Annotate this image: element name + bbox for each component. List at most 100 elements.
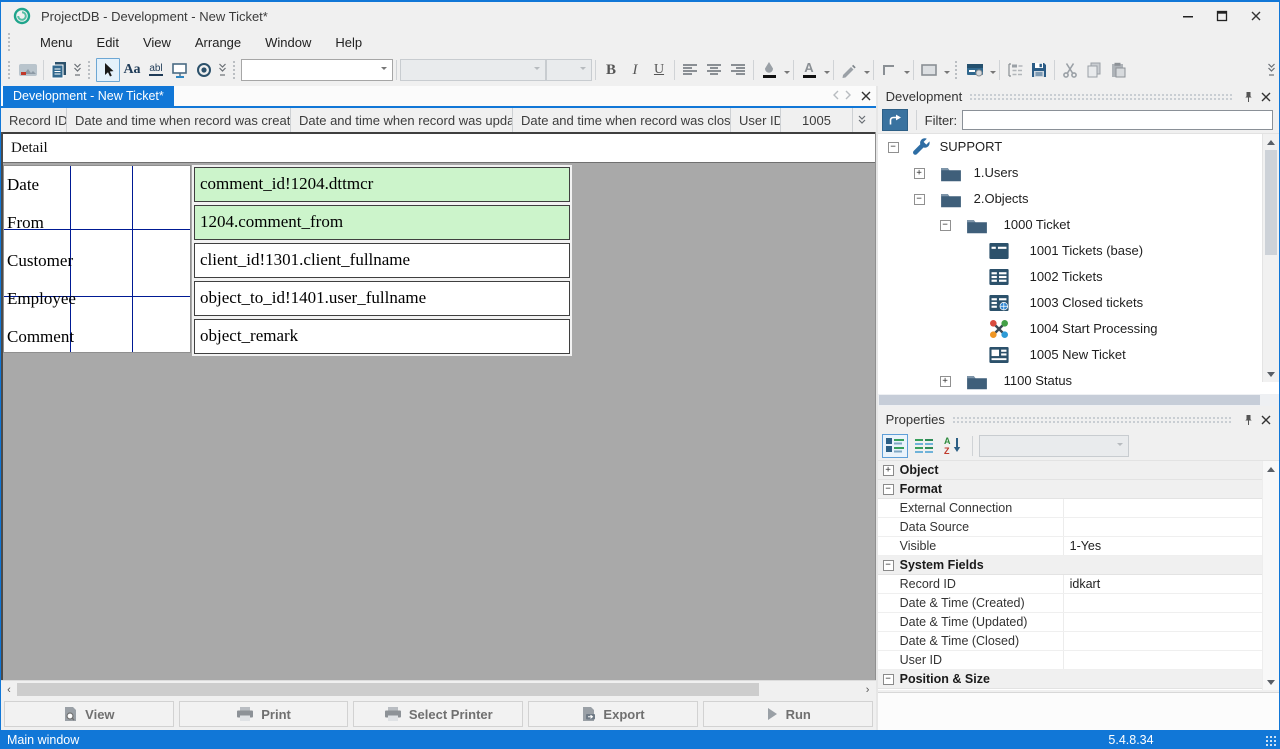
pen-color-button[interactable] — [837, 58, 861, 82]
tree-item[interactable]: +1.Users — [878, 160, 1279, 186]
property-value[interactable]: idkart — [1063, 575, 1279, 593]
maximize-button[interactable] — [1205, 5, 1239, 27]
property-row-record-id[interactable]: Record IDidkart — [878, 575, 1279, 594]
menu-item-view[interactable]: View — [131, 32, 183, 53]
scrollbar-thumb[interactable] — [879, 395, 1260, 405]
close-button[interactable] — [1239, 5, 1273, 27]
categorized-view-button[interactable] — [882, 434, 908, 458]
grid-vertical-scrollbar[interactable] — [1262, 461, 1279, 690]
scroll-down-icon[interactable] — [1263, 675, 1279, 690]
toolbar-grip[interactable] — [954, 60, 959, 80]
detail-band[interactable]: Detail — [3, 132, 875, 163]
field-header-cell[interactable]: Record ID — [1, 108, 67, 132]
field-header-cell[interactable]: User ID — [731, 108, 781, 132]
field-header-cell[interactable]: Date and time when record was closed — [513, 108, 731, 132]
tree-item[interactable]: 1002 Tickets — [878, 264, 1279, 290]
tree-item[interactable]: −2.Objects — [878, 186, 1279, 212]
menu-item-edit[interactable]: Edit — [85, 32, 131, 53]
property-value[interactable] — [1063, 651, 1279, 669]
field-box[interactable]: client_id!1301.client_fullname — [194, 243, 570, 278]
tree-item[interactable]: 1001 Tickets (base) — [878, 238, 1279, 264]
overflow-chevron-icon[interactable] — [1265, 59, 1277, 81]
copy-object-button[interactable] — [47, 58, 71, 82]
overflow-chevron-icon[interactable] — [216, 59, 228, 81]
grid-expander-icon[interactable]: − — [883, 484, 894, 495]
frame-button[interactable] — [917, 58, 941, 82]
align-right-button[interactable] — [726, 58, 750, 82]
tree-item[interactable]: −1000 Ticket — [878, 212, 1279, 238]
export-button[interactable]: Export — [528, 701, 698, 727]
property-category-object[interactable]: +Object — [878, 461, 1279, 480]
field-header-cell[interactable]: Date and time when record was created — [67, 108, 291, 132]
property-row-date-time-closed-[interactable]: Date & Time (Closed) — [878, 632, 1279, 651]
tab-scroll-right-icon[interactable] — [844, 90, 852, 102]
report-design-surface[interactable]: Detail DateFromCustomerEmployeeComment c… — [1, 132, 876, 680]
property-value[interactable] — [1063, 613, 1279, 631]
tree-expander-icon[interactable]: + — [940, 376, 951, 387]
property-row-external-connection[interactable]: External Connection — [878, 499, 1279, 518]
tab-close-button[interactable] — [856, 86, 876, 106]
detail-grid-button[interactable] — [963, 58, 987, 82]
form-wizard-button[interactable] — [16, 58, 40, 82]
align-left-button[interactable] — [678, 58, 702, 82]
close-icon[interactable] — [1257, 412, 1275, 428]
pointer-tool-button[interactable] — [96, 58, 120, 82]
toolbar-grip[interactable] — [7, 32, 12, 52]
sort-az-button[interactable]: AZ — [940, 434, 966, 458]
save-button[interactable] — [1027, 58, 1051, 82]
textbox-tool-button[interactable]: abl — [144, 58, 168, 82]
copy-button[interactable] — [1082, 58, 1106, 82]
field-box[interactable]: object_remark — [194, 319, 570, 354]
fill-color-dropdown[interactable] — [784, 71, 790, 77]
label-grid-panel[interactable]: DateFromCustomerEmployeeComment — [3, 165, 191, 353]
field-box[interactable]: 1204.comment_from — [194, 205, 570, 240]
property-row-date-time-created-[interactable]: Date & Time (Created) — [878, 594, 1279, 613]
scroll-right-icon[interactable]: › — [860, 682, 876, 698]
pen-color-dropdown[interactable] — [864, 71, 870, 77]
tree-item[interactable]: −SUPPORT — [878, 134, 1279, 160]
tree-item[interactable]: 1003 Closed tickets — [878, 290, 1279, 316]
overflow-chevron-icon[interactable] — [853, 108, 871, 132]
align-center-button[interactable] — [702, 58, 726, 82]
go-to-object-button[interactable] — [882, 109, 908, 131]
property-row-user-id[interactable]: User ID — [878, 651, 1279, 670]
property-value[interactable]: 1-Yes — [1063, 537, 1279, 555]
grid-expander-icon[interactable]: + — [883, 465, 894, 476]
detail-grid-dropdown[interactable] — [990, 71, 996, 77]
pin-icon[interactable] — [1239, 412, 1257, 428]
property-row-data-source[interactable]: Data Source — [878, 518, 1279, 537]
form-label-from[interactable]: From — [7, 206, 44, 241]
property-row-visible[interactable]: Visible1-Yes — [878, 537, 1279, 556]
property-value[interactable] — [1063, 632, 1279, 650]
font-color-button[interactable]: A — [797, 58, 821, 82]
group-list-button[interactable] — [1003, 58, 1027, 82]
print-button[interactable]: Print — [179, 701, 349, 727]
frame-dropdown[interactable] — [944, 71, 950, 77]
overflow-chevron-icon[interactable] — [71, 59, 83, 81]
pin-icon[interactable] — [1239, 89, 1257, 105]
property-value[interactable] — [1063, 594, 1279, 612]
property-category-system-fields[interactable]: −System Fields — [878, 556, 1279, 575]
paste-button[interactable] — [1106, 58, 1130, 82]
field-box[interactable]: comment_id!1204.dttmcr — [194, 167, 570, 202]
bold-button[interactable]: B — [599, 58, 623, 82]
tree-expander-icon[interactable]: − — [940, 220, 951, 231]
tree-expander-icon[interactable]: − — [914, 194, 925, 205]
scroll-up-icon[interactable] — [1263, 134, 1279, 149]
field-header-cell[interactable]: 1005 — [781, 108, 853, 132]
scroll-down-icon[interactable] — [1263, 367, 1279, 382]
tab-development-new-ticket[interactable]: Development - New Ticket* — [3, 86, 174, 106]
minimize-button[interactable] — [1171, 5, 1205, 27]
select-printer-button[interactable]: Select Printer — [353, 701, 523, 727]
field-box[interactable]: object_to_id!1401.user_fullname — [194, 281, 570, 316]
scroll-up-icon[interactable] — [1263, 461, 1279, 476]
font-color-dropdown[interactable] — [824, 71, 830, 77]
tree-horizontal-scrollbar[interactable] — [878, 394, 1279, 406]
property-category-format[interactable]: −Format — [878, 480, 1279, 499]
menu-item-help[interactable]: Help — [323, 32, 374, 53]
form-label-date[interactable]: Date — [7, 168, 39, 203]
filter-input[interactable] — [962, 110, 1273, 130]
grid-expander-icon[interactable]: − — [883, 674, 894, 685]
property-value[interactable] — [1063, 518, 1279, 536]
tree-item[interactable]: 1005 New Ticket — [878, 342, 1279, 368]
